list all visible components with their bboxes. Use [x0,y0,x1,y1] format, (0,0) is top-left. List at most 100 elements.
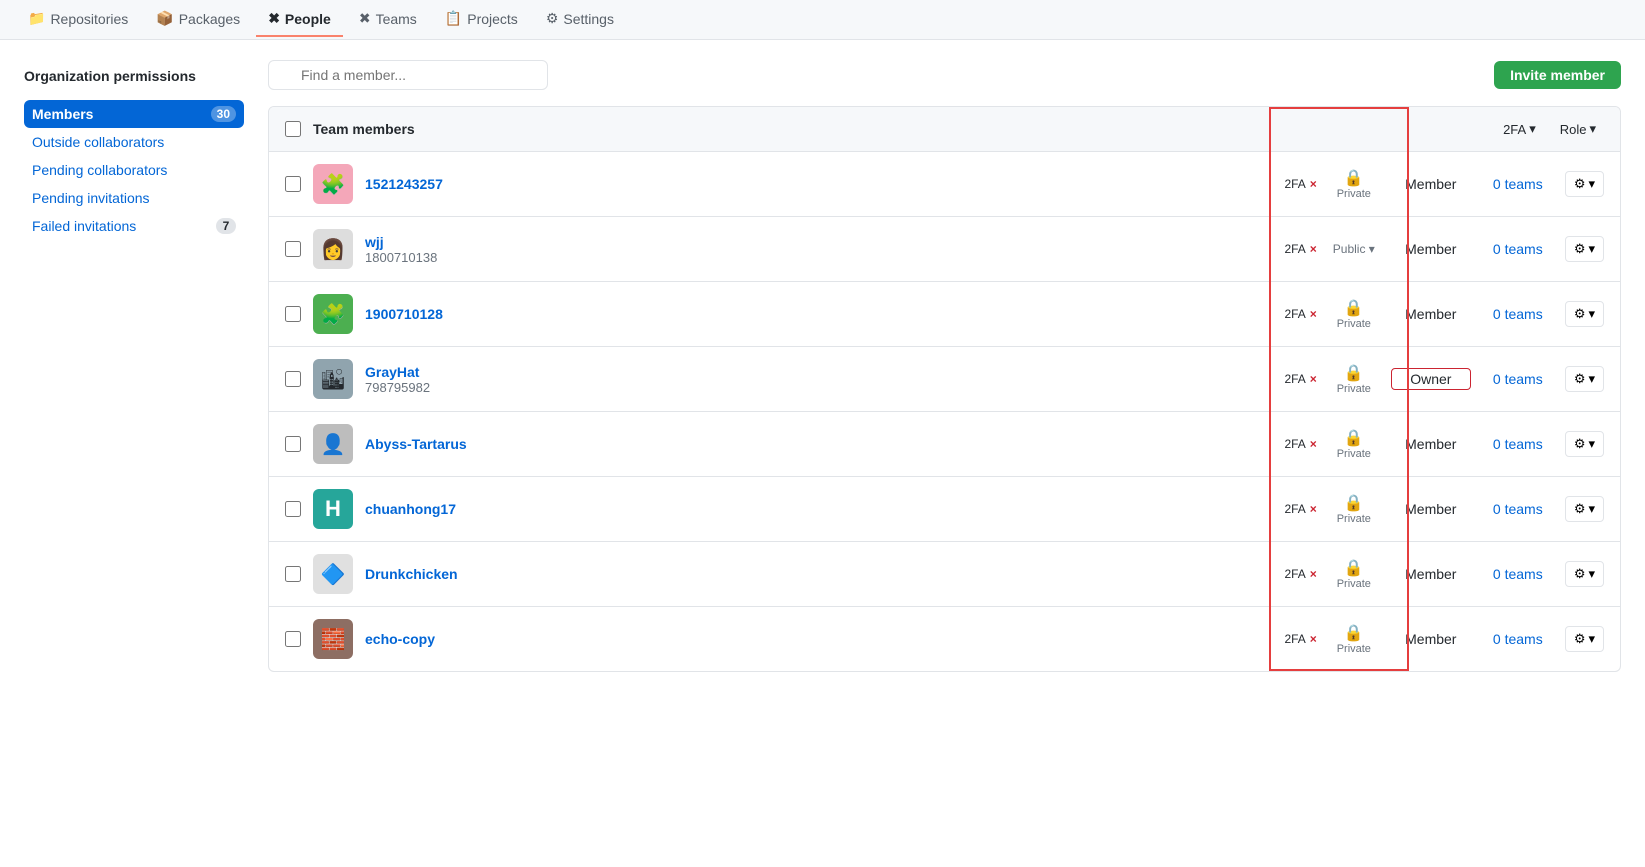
avatar: 👩 [313,229,353,269]
member-2fa: 2FA × [1284,372,1316,386]
lock-icon: 🔒 [1344,558,1364,578]
nav-people[interactable]: ✖ People [256,2,343,37]
pending-collaborators-label: Pending collaborators [32,162,167,178]
member-info: Abyss-Tartarus [365,436,1272,452]
member-teams[interactable]: 0 teams [1483,241,1553,257]
invite-member-button[interactable]: Invite member [1494,61,1621,89]
member-teams[interactable]: 0 teams [1483,176,1553,192]
avatar: 🏙 [313,359,353,399]
select-all-checkbox[interactable] [285,121,301,137]
member-name[interactable]: Abyss-Tartarus [365,436,1272,452]
row-checkbox[interactable] [285,176,301,192]
gear-button[interactable]: ⚙ ▾ [1565,561,1604,587]
gear-button[interactable]: ⚙ ▾ [1565,366,1604,392]
dropdown-icon: ▾ [1588,566,1595,582]
search-input[interactable] [268,60,548,90]
avatar: H [313,489,353,529]
member-name[interactable]: 1900710128 [365,306,1272,322]
gear-button[interactable]: ⚙ ▾ [1565,301,1604,327]
member-teams[interactable]: 0 teams [1483,631,1553,647]
gear-icon: ⚙ [1574,241,1586,257]
nav-packages[interactable]: 📦 Packages [144,2,252,37]
sidebar-item-members[interactable]: Members 30 [24,100,244,128]
member-privacy: 🔒 Private [1329,428,1379,460]
dropdown-icon: ▾ [1588,371,1595,387]
gear-button[interactable]: ⚙ ▾ [1565,626,1604,652]
gear-icon: ⚙ [1574,306,1586,322]
member-role-owner: Owner [1391,368,1471,390]
lock-icon: 🔒 [1344,298,1364,318]
dropdown-icon: ▾ [1588,631,1595,647]
gear-button[interactable]: ⚙ ▾ [1565,496,1604,522]
member-info: wjj 1800710138 [365,234,1272,265]
filter-role-button[interactable]: Role ▾ [1552,117,1604,141]
member-teams[interactable]: 0 teams [1483,371,1553,387]
sidebar-item-outside-collaborators[interactable]: Outside collaborators [24,128,244,156]
nav-projects[interactable]: 📋 Projects [433,2,530,37]
table-row: 🏙 GrayHat 798795982 2FA × 🔒 Private Owne… [269,347,1620,412]
member-teams[interactable]: 0 teams [1483,306,1553,322]
gear-button[interactable]: ⚙ ▾ [1565,171,1604,197]
outside-collaborators-label: Outside collaborators [32,134,164,150]
members-table: Team members 2FA ▾ Role ▾ 🧩 [268,106,1621,672]
lock-icon: 🔒 [1344,428,1364,448]
member-info: 1521243257 [365,176,1272,192]
nav-settings[interactable]: ⚙ Settings [534,2,626,37]
sidebar-item-pending-invitations[interactable]: Pending invitations [24,184,244,212]
row-checkbox[interactable] [285,241,301,257]
row-checkbox[interactable] [285,371,301,387]
member-privacy: 🔒 Private [1329,168,1379,200]
member-2fa: 2FA × [1284,307,1316,321]
main-layout: Organization permissions Members 30 Outs… [0,40,1645,692]
nav-repositories[interactable]: 📁 Repositories [16,2,140,37]
member-name[interactable]: Drunkchicken [365,566,1272,582]
row-checkbox[interactable] [285,501,301,517]
member-teams[interactable]: 0 teams [1483,436,1553,452]
sidebar-title: Organization permissions [24,60,244,92]
table-row: 🧱 echo-copy 2FA × 🔒 Private Member 0 tea… [269,607,1620,671]
member-privacy: 🔒 Private [1329,493,1379,525]
lock-icon: 🔒 [1344,623,1364,643]
gear-icon: ⚙ [1574,501,1586,517]
gear-button[interactable]: ⚙ ▾ [1565,431,1604,457]
member-role: Member [1391,436,1471,452]
table-header-label: Team members [313,121,1483,137]
search-wrapper: 🔍 [268,60,548,90]
member-name[interactable]: echo-copy [365,631,1272,647]
avatar: 🧩 [313,164,353,204]
gear-button[interactable]: ⚙ ▾ [1565,236,1604,262]
dropdown-icon: ▾ [1588,241,1595,257]
gear-icon: ⚙ [1574,371,1586,387]
member-privacy: Public ▾ [1329,242,1379,256]
sidebar-item-failed-invitations[interactable]: Failed invitations 7 [24,212,244,240]
content-header: 🔍 Invite member [268,60,1621,90]
member-role: Member [1391,241,1471,257]
nav-teams[interactable]: ✖ Teams [347,2,429,37]
member-2fa: 2FA × [1284,502,1316,516]
filter-2fa-button[interactable]: 2FA ▾ [1495,117,1544,141]
avatar: 🔷 [313,554,353,594]
member-info: Drunkchicken [365,566,1272,582]
gear-icon: ⚙ [1574,631,1586,647]
member-name[interactable]: wjj [365,234,1272,250]
member-2fa: 2FA × [1284,437,1316,451]
row-checkbox[interactable] [285,436,301,452]
member-role: Member [1391,306,1471,322]
row-checkbox[interactable] [285,306,301,322]
member-2fa: 2FA × [1284,242,1316,256]
member-name[interactable]: chuanhong17 [365,501,1272,517]
sidebar: Organization permissions Members 30 Outs… [24,60,244,672]
member-teams[interactable]: 0 teams [1483,501,1553,517]
row-checkbox[interactable] [285,566,301,582]
repo-icon: 📁 [28,10,45,27]
member-role: Member [1391,176,1471,192]
sidebar-item-pending-collaborators[interactable]: Pending collaborators [24,156,244,184]
member-name[interactable]: 1521243257 [365,176,1272,192]
top-nav: 📁 Repositories 📦 Packages ✖ People ✖ Tea… [0,0,1645,40]
member-teams[interactable]: 0 teams [1483,566,1553,582]
row-checkbox[interactable] [285,631,301,647]
header-filters: 2FA ▾ Role ▾ [1495,117,1604,141]
member-name[interactable]: GrayHat [365,364,1272,380]
table-row: 🔷 Drunkchicken 2FA × 🔒 Private Member 0 … [269,542,1620,607]
lock-icon: 🔒 [1344,363,1364,383]
